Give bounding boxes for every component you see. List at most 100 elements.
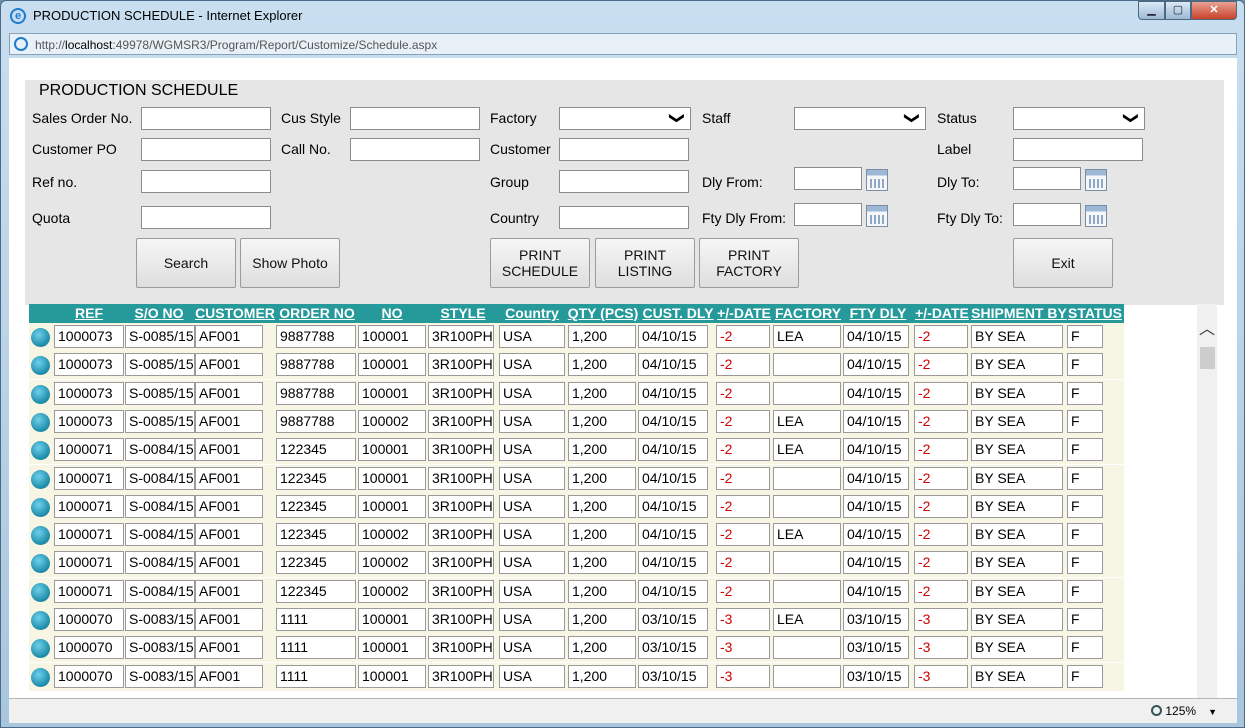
table-cell[interactable]: AF001 <box>195 579 263 603</box>
sales-order-input[interactable] <box>141 107 271 130</box>
table-cell[interactable]: 100001 <box>358 438 426 462</box>
table-cell[interactable]: 3R100PH <box>428 466 494 490</box>
table-cell[interactable]: 04/10/15 <box>843 438 909 462</box>
table-cell[interactable]: -2 <box>914 494 968 518</box>
select-row-icon[interactable] <box>31 441 50 461</box>
table-cell[interactable]: 1,200 <box>568 353 636 377</box>
table-cell[interactable]: 1000071 <box>54 438 124 462</box>
table-cell[interactable]: AF001 <box>195 409 263 433</box>
table-cell[interactable]: S-0085/15 <box>125 325 195 348</box>
table-cell[interactable]: F <box>1067 636 1103 660</box>
minimize-button[interactable]: ▁ <box>1138 1 1165 20</box>
table-cell[interactable]: AF001 <box>195 636 263 660</box>
table-cell[interactable]: F <box>1067 579 1103 603</box>
table-cell[interactable]: 100002 <box>358 579 426 603</box>
table-cell[interactable]: BY SEA <box>971 551 1063 575</box>
table-cell[interactable]: 100002 <box>358 523 426 547</box>
cus-style-input[interactable] <box>350 107 480 130</box>
table-cell[interactable]: 04/10/15 <box>843 523 909 547</box>
table-cell[interactable]: 03/10/15 <box>843 636 909 660</box>
dly-from-input[interactable] <box>794 167 862 190</box>
scroll-up-icon[interactable]: ︿ <box>1197 320 1217 340</box>
table-cell[interactable]: BY SEA <box>971 636 1063 660</box>
table-cell[interactable]: 1000073 <box>54 325 124 348</box>
table-cell[interactable]: BY SEA <box>971 325 1063 348</box>
table-cell[interactable]: F <box>1067 551 1103 575</box>
column-header[interactable]: CUST. DLY <box>640 305 716 321</box>
table-cell[interactable]: USA <box>499 494 565 518</box>
column-header[interactable]: REF <box>54 305 124 321</box>
table-cell[interactable]: 03/10/15 <box>843 608 909 631</box>
status-select[interactable]: ❯ <box>1013 107 1145 130</box>
table-cell[interactable]: F <box>1067 466 1103 490</box>
table-cell[interactable]: 04/10/15 <box>638 494 708 518</box>
table-cell[interactable]: S-0084/15 <box>125 466 195 490</box>
table-cell[interactable]: 04/10/15 <box>843 579 909 603</box>
table-cell[interactable]: AF001 <box>195 551 263 575</box>
table-cell[interactable]: -2 <box>914 381 968 405</box>
table-cell[interactable]: BY SEA <box>971 664 1063 688</box>
table-cell[interactable] <box>773 466 841 490</box>
table-cell[interactable]: 122345 <box>276 579 356 603</box>
table-cell[interactable]: AF001 <box>195 438 263 462</box>
table-cell[interactable]: 04/10/15 <box>638 466 708 490</box>
table-cell[interactable]: 1,200 <box>568 636 636 660</box>
table-cell[interactable]: S-0084/15 <box>125 551 195 575</box>
table-cell[interactable]: USA <box>499 579 565 603</box>
table-cell[interactable]: 1111 <box>276 636 356 660</box>
call-no-input[interactable] <box>350 138 480 161</box>
print-listing-button[interactable]: PRINT LISTING <box>595 238 695 288</box>
table-cell[interactable]: 04/10/15 <box>638 523 708 547</box>
table-cell[interactable]: 04/10/15 <box>843 551 909 575</box>
table-cell[interactable]: S-0085/15 <box>125 381 195 405</box>
table-cell[interactable]: S-0084/15 <box>125 494 195 518</box>
table-cell[interactable]: 9887788 <box>276 325 356 348</box>
select-row-icon[interactable] <box>31 611 50 630</box>
table-cell[interactable]: -2 <box>914 353 968 377</box>
table-cell[interactable]: BY SEA <box>971 409 1063 433</box>
address-bar[interactable]: http://localhost:49978/WGMSR3/Program/Re… <box>9 33 1237 55</box>
table-cell[interactable]: 3R100PH <box>428 409 494 433</box>
exit-button[interactable]: Exit <box>1013 238 1113 288</box>
table-cell[interactable]: USA <box>499 466 565 490</box>
table-cell[interactable]: 122345 <box>276 523 356 547</box>
table-cell[interactable]: 3R100PH <box>428 523 494 547</box>
table-cell[interactable]: BY SEA <box>971 608 1063 631</box>
table-cell[interactable]: 03/10/15 <box>638 664 708 688</box>
table-cell[interactable]: 122345 <box>276 438 356 462</box>
table-cell[interactable]: 1,200 <box>568 579 636 603</box>
country-input[interactable] <box>559 206 689 229</box>
column-header[interactable]: NO <box>358 305 426 321</box>
table-cell[interactable]: AF001 <box>195 466 263 490</box>
table-cell[interactable]: BY SEA <box>971 353 1063 377</box>
table-cell[interactable]: USA <box>499 409 565 433</box>
table-cell[interactable]: USA <box>499 636 565 660</box>
table-cell[interactable]: F <box>1067 409 1103 433</box>
fty-dly-to-input[interactable] <box>1013 203 1081 226</box>
table-cell[interactable]: BY SEA <box>971 579 1063 603</box>
table-cell[interactable]: 04/10/15 <box>638 551 708 575</box>
table-cell[interactable]: S-0083/15 <box>125 664 195 688</box>
table-cell[interactable]: 04/10/15 <box>843 409 909 433</box>
table-cell[interactable]: 3R100PH <box>428 353 494 377</box>
select-row-icon[interactable] <box>31 639 50 659</box>
table-cell[interactable]: S-0085/15 <box>125 409 195 433</box>
table-cell[interactable]: -2 <box>914 579 968 603</box>
select-row-icon[interactable] <box>31 497 50 517</box>
table-cell[interactable]: F <box>1067 325 1103 348</box>
table-cell[interactable]: LEA <box>773 325 841 348</box>
column-header[interactable]: FTY DLY <box>843 305 913 321</box>
calendar-icon[interactable] <box>1085 205 1107 227</box>
table-cell[interactable]: 3R100PH <box>428 325 494 348</box>
table-cell[interactable]: 1000071 <box>54 494 124 518</box>
table-cell[interactable]: -3 <box>716 664 770 688</box>
table-cell[interactable]: -3 <box>716 608 770 631</box>
table-cell[interactable]: 04/10/15 <box>638 353 708 377</box>
zoom-control[interactable]: 125% ▼ <box>1151 704 1217 718</box>
close-button[interactable]: ✕ <box>1191 1 1237 20</box>
table-cell[interactable]: -2 <box>914 466 968 490</box>
print-factory-button[interactable]: PRINT FACTORY <box>699 238 799 288</box>
table-cell[interactable]: 100002 <box>358 409 426 433</box>
table-cell[interactable]: 1,200 <box>568 325 636 348</box>
table-cell[interactable]: AF001 <box>195 381 263 405</box>
